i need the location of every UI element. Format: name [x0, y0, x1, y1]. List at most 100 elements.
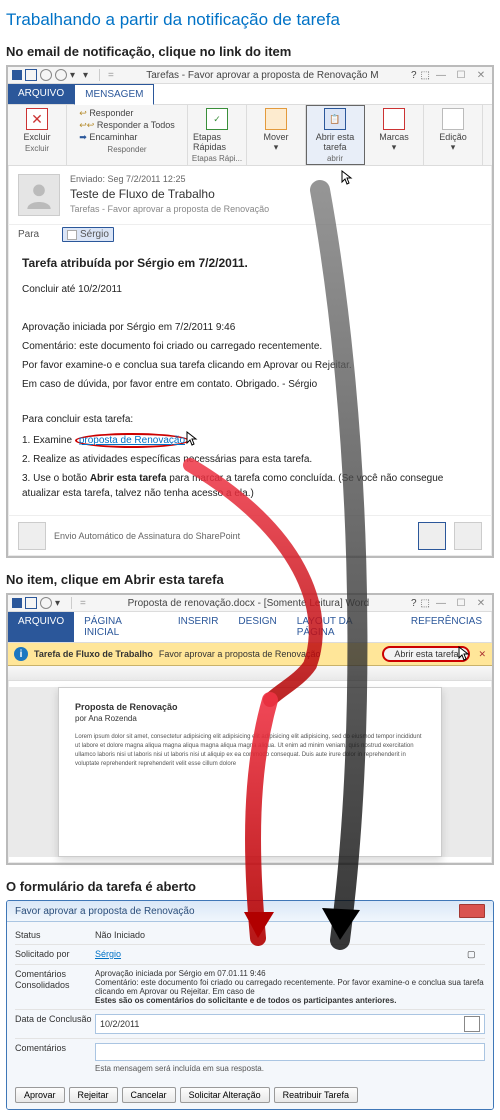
forward-button[interactable]: ➡ Encaminhar: [79, 132, 137, 143]
calendar-icon[interactable]: [464, 1016, 480, 1032]
group-move: Mover ▾: [247, 105, 306, 165]
info-icon: i: [14, 647, 28, 661]
cancel-button[interactable]: Cancelar: [122, 1087, 176, 1103]
open-task-button[interactable]: Abrir esta tarefa: [382, 646, 470, 662]
close-button[interactable]: [459, 904, 485, 918]
message-subtitle: Tarefas - Favor aprovar a proposta de Re…: [70, 204, 482, 214]
help-icon[interactable]: ?: [411, 70, 417, 81]
reply-button[interactable]: ↩ Responder: [79, 108, 133, 119]
task-form-dialog: Favor aprovar a proposta de Renovação St…: [6, 900, 494, 1110]
row-due-date: Data de Conclusão 10/2/2011: [15, 1009, 485, 1038]
infobar-text: Favor aprovar a proposta de Renovação: [159, 649, 377, 659]
maximize-button[interactable]: ☐: [454, 70, 468, 81]
delete-group-label: Excluir: [25, 144, 49, 153]
recipient-name: Sérgio: [80, 229, 109, 240]
footer-text: Envio Automático de Assinatura do ShareP…: [54, 531, 410, 541]
due-date-input[interactable]: 10/2/2011: [95, 1014, 485, 1034]
message-header: Enviado: Seg 7/2/2011 12:25 Teste de Flu…: [8, 166, 492, 225]
undo-icon[interactable]: [40, 597, 52, 609]
recipient-chip[interactable]: Sérgio: [62, 227, 114, 242]
chevron-down-icon[interactable]: ▾: [451, 142, 456, 153]
tab-layout[interactable]: LAYOUT DA PÁGINA: [287, 612, 401, 642]
approve-button[interactable]: Aprovar: [15, 1087, 65, 1103]
request-change-button[interactable]: Solicitar Alteração: [180, 1087, 270, 1103]
maximize-button[interactable]: ☐: [454, 598, 468, 609]
comments-input[interactable]: [95, 1043, 485, 1061]
delete-label: Excluir: [23, 132, 50, 142]
instruction-1: 1. Examine proposta de Renovação: [22, 431, 478, 448]
ruler: [8, 666, 492, 681]
comments-value: Aprovação iniciada por Sérgio em 07.01.1…: [95, 969, 485, 1005]
word-ribbon-tabs: ARQUIVO PÁGINA INICIAL INSERIR DESIGN LA…: [8, 612, 492, 643]
window-title: Tarefas - Favor aprovar a proposta de Re…: [118, 70, 407, 81]
tab-references[interactable]: REFERÊNCIAS: [401, 612, 492, 642]
window-title: Proposta de renovação.docx - [Somente Le…: [90, 598, 407, 609]
word-app-icon: [12, 598, 22, 608]
chevron-down-icon[interactable]: ▾: [70, 70, 80, 80]
help-icon[interactable]: ?: [411, 598, 417, 609]
chevron-down-icon[interactable]: ▾: [392, 142, 397, 153]
group-open-task[interactable]: 📋 Abrir esta tarefa abrir: [306, 105, 365, 165]
tab-file[interactable]: ARQUIVO: [8, 612, 74, 642]
sender-avatar: [18, 174, 60, 216]
cursor-icon: [186, 431, 200, 447]
close-button[interactable]: ✕: [474, 598, 488, 609]
edit-icon[interactable]: [442, 108, 464, 130]
status-value: Não Iniciado: [95, 930, 485, 940]
quick-steps-label: Etapas Rápidas: [193, 132, 241, 152]
quick-access-toolbar: ▾ ▾: [12, 69, 100, 81]
contact-action-icon[interactable]: [454, 522, 482, 550]
tab-message[interactable]: MENSAGEM: [74, 84, 154, 105]
row-status: Status Não Iniciado: [15, 926, 485, 944]
instruction-2: 2. Realize as atividades específicas nec…: [22, 452, 478, 467]
chevron-down-icon[interactable]: ▾: [55, 598, 65, 608]
outlook-titlebar: ▾ ▾ = Tarefas - Favor aprovar a proposta…: [8, 67, 492, 84]
tab-file[interactable]: ARQUIVO: [8, 84, 74, 104]
quick-steps-icon[interactable]: ✓: [206, 108, 228, 130]
save-icon[interactable]: [25, 597, 37, 609]
dialog-title: Favor aprovar a proposta de Renovação: [15, 906, 459, 917]
minimize-button[interactable]: —: [434, 598, 448, 609]
save-icon[interactable]: [25, 69, 37, 81]
cursor-icon: [341, 170, 355, 186]
step2-heading: No item, clique em Abrir esta tarefa: [6, 572, 494, 587]
move-icon[interactable]: [265, 108, 287, 130]
requested-by-link[interactable]: Sérgio: [95, 949, 121, 959]
chevron-down-icon[interactable]: ▾: [83, 70, 93, 80]
step3-heading: O formulário da tarefa é aberto: [6, 879, 494, 894]
infobar-title: Tarefa de Fluxo de Trabalho: [34, 649, 153, 659]
group-tags: Marcas ▾: [365, 105, 424, 165]
status-label: Status: [15, 930, 95, 940]
task-form: Status Não Iniciado Solicitado por Sérgi…: [7, 922, 493, 1081]
group-delete: ✕ Excluir Excluir: [8, 105, 67, 165]
assigned-line: Tarefa atribuída por Sérgio em 7/2/2011.: [22, 254, 478, 272]
group-zoom: Zoom: [483, 105, 500, 165]
renovation-proposal-link[interactable]: proposta de Renovação: [79, 435, 185, 446]
message-footer: Envio Automático de Assinatura do ShareP…: [8, 515, 492, 556]
word-titlebar: ▾ = Proposta de renovação.docx - [Soment…: [8, 595, 492, 612]
message-subject: Teste de Fluxo de Trabalho: [70, 187, 482, 201]
move-label: Mover: [263, 132, 288, 142]
doc-author: por Ana Rozenda: [75, 714, 425, 723]
reject-button[interactable]: Rejeitar: [69, 1087, 118, 1103]
redo-icon[interactable]: [55, 69, 67, 81]
chevron-down-icon[interactable]: ▾: [274, 142, 279, 153]
body-line: Aprovação iniciada por Sérgio em 7/2/201…: [22, 320, 478, 335]
minimize-button[interactable]: —: [434, 70, 448, 81]
ribbon-tabs: ARQUIVO MENSAGEM: [8, 84, 492, 105]
undo-icon[interactable]: [40, 69, 52, 81]
row-consolidated-comments: Comentários Consolidados Aprovação inici…: [15, 964, 485, 1009]
reassign-button[interactable]: Reatribuir Tarefa: [274, 1087, 358, 1103]
contact-action-icon[interactable]: [418, 522, 446, 550]
close-button[interactable]: ✕: [474, 70, 488, 81]
ribbon: ✕ Excluir Excluir ↩ Responder ↩↩ Respond…: [8, 105, 492, 166]
tab-insert[interactable]: INSERIR: [168, 612, 229, 642]
tab-home[interactable]: PÁGINA INICIAL: [74, 612, 168, 642]
close-icon[interactable]: ✕: [478, 649, 486, 660]
tag-icon[interactable]: [383, 108, 405, 130]
doc-body-text: Lorem ipsum dolor sit amet, consectetur …: [75, 733, 425, 769]
reply-all-button[interactable]: ↩↩ Responder a Todos: [79, 120, 175, 131]
delete-icon[interactable]: ✕: [26, 108, 48, 130]
tab-design[interactable]: DESIGN: [228, 612, 286, 642]
due-date-value: 10/2/2011: [100, 1019, 139, 1029]
